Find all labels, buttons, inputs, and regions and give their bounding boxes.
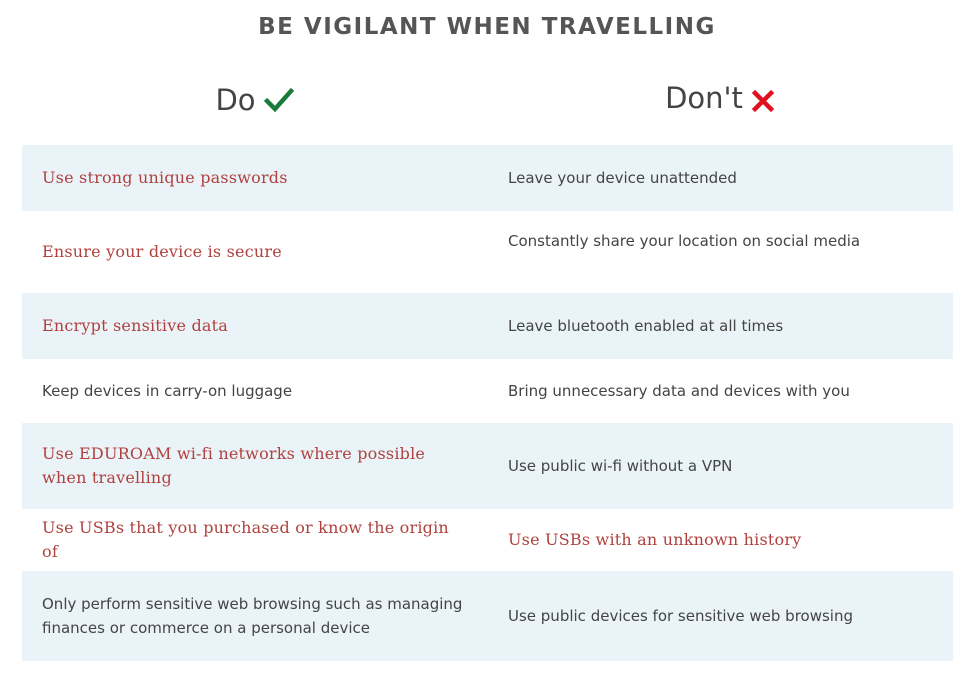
do-item: Use strong unique passwords xyxy=(42,168,288,187)
cross-icon xyxy=(751,89,775,113)
dont-item: Leave your device unattended xyxy=(508,169,737,187)
do-item: Keep devices in carry-on luggage xyxy=(42,382,293,400)
dont-header-label: Don't xyxy=(665,81,743,115)
dont-item: Bring unnecessary data and devices with … xyxy=(508,382,850,400)
table-row: Encrypt sensitive data Leave bluetooth e… xyxy=(22,293,953,359)
table-row: Use strong unique passwords Leave your d… xyxy=(22,145,953,211)
do-item: Use USBs that you purchased or know the … xyxy=(42,518,449,561)
do-item: Use EDUROAM wi-fi networks where possibl… xyxy=(42,444,426,487)
dont-item: Use public wi-fi without a VPN xyxy=(508,457,733,475)
table-row: Use EDUROAM wi-fi networks where possibl… xyxy=(22,423,953,509)
checkmark-icon xyxy=(263,87,294,113)
do-item: Only perform sensitive web browsing such… xyxy=(42,595,463,637)
dont-column-header: Don't xyxy=(487,78,953,118)
dont-item: Constantly share your location on social… xyxy=(508,232,861,250)
page-title: BE VIGILANT WHEN TRAVELLING xyxy=(258,14,716,40)
do-column-header: Do xyxy=(22,80,487,120)
do-item: Encrypt sensitive data xyxy=(42,316,228,335)
dont-item: Use USBs with an unknown history xyxy=(508,530,802,549)
table-row: Ensure your device is secure Constantly … xyxy=(22,211,953,293)
dont-item: Leave bluetooth enabled at all times xyxy=(508,317,784,335)
table-row: Use USBs that you purchased or know the … xyxy=(22,509,953,571)
dont-item: Use public devices for sensitive web bro… xyxy=(508,607,853,625)
do-header-label: Do xyxy=(215,83,256,117)
dos-and-donts-table: Use strong unique passwords Leave your d… xyxy=(22,145,953,661)
do-item: Ensure your device is secure xyxy=(42,242,282,261)
table-row: Keep devices in carry-on luggage Bring u… xyxy=(22,359,953,423)
table-row: Only perform sensitive web browsing such… xyxy=(22,571,953,661)
